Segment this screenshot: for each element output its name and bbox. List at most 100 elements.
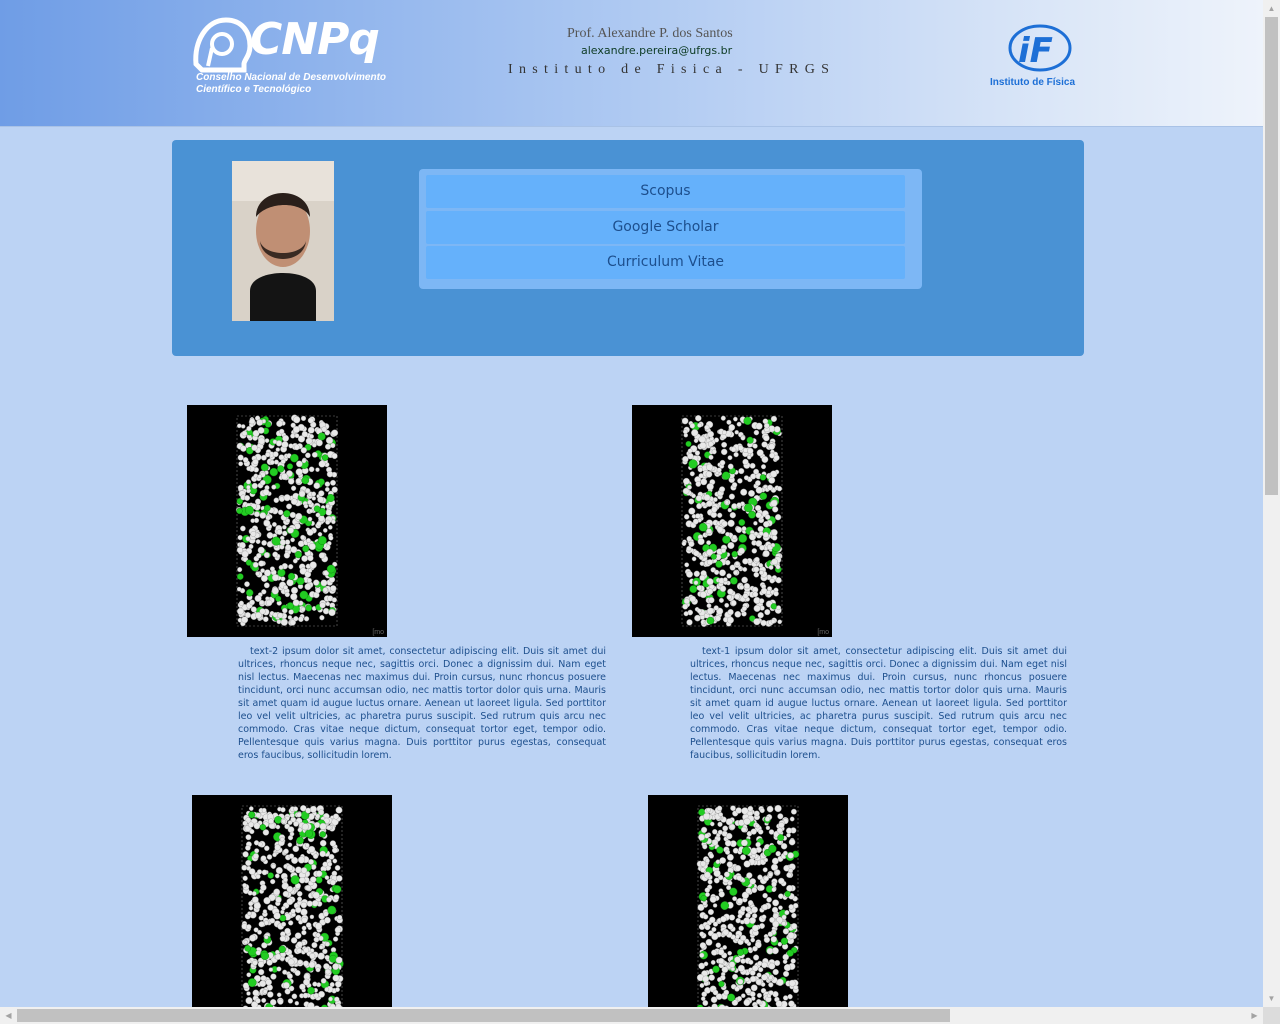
green-particle bbox=[277, 465, 285, 473]
scroll-left-icon[interactable]: ◀ bbox=[0, 1007, 17, 1024]
white-particle bbox=[281, 441, 289, 449]
scroll-up-icon[interactable]: ▲ bbox=[1263, 0, 1280, 17]
white-particle bbox=[727, 541, 735, 549]
white-particle bbox=[287, 973, 293, 980]
scroll-right-icon[interactable]: ▶ bbox=[1246, 1007, 1263, 1024]
white-particle bbox=[297, 827, 303, 833]
white-particle bbox=[324, 487, 330, 492]
white-particle bbox=[301, 823, 309, 831]
white-particle bbox=[269, 459, 275, 465]
white-particle bbox=[294, 932, 302, 939]
white-particle bbox=[243, 939, 248, 945]
white-particle bbox=[308, 961, 316, 969]
molecular-simulation-icon bbox=[235, 414, 339, 627]
white-particle bbox=[318, 945, 324, 950]
white-particle bbox=[735, 917, 741, 924]
white-particle bbox=[327, 861, 333, 867]
white-particle bbox=[774, 804, 782, 813]
green-particle bbox=[248, 811, 256, 819]
white-particle bbox=[737, 978, 744, 985]
white-particle bbox=[246, 972, 252, 978]
simulation-image-4[interactable] bbox=[648, 795, 848, 1007]
white-particle bbox=[783, 964, 792, 972]
white-particle bbox=[775, 514, 782, 521]
simulation-image-3[interactable] bbox=[192, 795, 392, 1007]
white-particle bbox=[699, 942, 707, 949]
white-particle bbox=[767, 872, 773, 878]
white-particle bbox=[306, 538, 311, 543]
white-particle bbox=[709, 916, 716, 924]
white-particle bbox=[301, 555, 308, 562]
white-particle bbox=[763, 875, 770, 882]
white-particle bbox=[306, 900, 313, 907]
white-particle bbox=[712, 903, 718, 908]
simulation-image-1[interactable]: [mo bbox=[187, 405, 387, 637]
white-particle bbox=[710, 996, 718, 1003]
white-particle bbox=[724, 871, 730, 878]
white-particle bbox=[766, 805, 774, 813]
white-particle bbox=[328, 608, 336, 617]
site-header: CNPq Conselho Nacional de Desenvolviment… bbox=[0, 0, 1263, 127]
white-particle bbox=[765, 825, 771, 831]
white-particle bbox=[324, 481, 331, 487]
white-particle bbox=[257, 960, 265, 968]
profile-panel: Scopus Google Scholar Curriculum Vitae bbox=[172, 140, 1084, 356]
horizontal-scrollbar[interactable]: ◀ ▶ bbox=[0, 1007, 1263, 1024]
white-particle bbox=[758, 563, 764, 568]
white-particle bbox=[771, 857, 779, 865]
white-particle bbox=[263, 897, 271, 905]
white-particle bbox=[787, 931, 795, 939]
vertical-scroll-thumb[interactable] bbox=[1265, 17, 1278, 495]
white-particle bbox=[334, 865, 341, 871]
white-particle bbox=[759, 544, 765, 551]
white-particle bbox=[753, 566, 760, 573]
white-particle bbox=[763, 857, 769, 863]
horizontal-scroll-thumb[interactable] bbox=[17, 1009, 950, 1022]
white-particle bbox=[300, 867, 308, 874]
white-particle bbox=[695, 513, 701, 519]
white-particle bbox=[262, 488, 270, 496]
white-particle bbox=[697, 422, 703, 428]
white-particle bbox=[718, 812, 723, 817]
green-particle bbox=[718, 980, 725, 988]
white-particle bbox=[256, 419, 263, 426]
green-particle bbox=[738, 533, 748, 543]
vertical-scrollbar[interactable]: ▲ ▼ bbox=[1263, 0, 1280, 1007]
white-particle bbox=[290, 433, 296, 439]
scopus-link[interactable]: Scopus bbox=[426, 175, 905, 208]
white-particle bbox=[315, 439, 323, 447]
white-particle bbox=[706, 807, 711, 813]
white-particle bbox=[684, 514, 690, 520]
molecular-simulation-icon bbox=[241, 805, 344, 1007]
white-particle bbox=[706, 578, 714, 586]
white-particle bbox=[250, 518, 255, 523]
google-scholar-link[interactable]: Google Scholar bbox=[426, 211, 905, 244]
white-particle bbox=[247, 890, 253, 896]
simulation-image-2[interactable]: [mo bbox=[632, 405, 832, 637]
white-particle bbox=[280, 459, 286, 465]
white-particle bbox=[309, 952, 316, 959]
curriculum-vitae-link[interactable]: Curriculum Vitae bbox=[426, 246, 905, 279]
white-particle bbox=[740, 919, 745, 925]
white-particle bbox=[704, 887, 710, 893]
green-particle bbox=[247, 978, 257, 988]
scroll-down-icon[interactable]: ▼ bbox=[1263, 990, 1280, 1007]
white-particle bbox=[789, 816, 795, 822]
white-particle bbox=[313, 821, 321, 829]
professor-email[interactable]: alexandre.pereira@ufrgs.br bbox=[581, 44, 732, 57]
white-particle bbox=[290, 586, 298, 594]
white-particle bbox=[700, 826, 708, 834]
white-particle bbox=[706, 559, 713, 566]
green-particle bbox=[784, 890, 791, 898]
white-particle bbox=[748, 959, 754, 965]
white-particle bbox=[764, 514, 771, 520]
white-particle bbox=[719, 857, 726, 864]
white-particle bbox=[269, 566, 275, 572]
white-particle bbox=[788, 1000, 795, 1007]
white-particle bbox=[287, 478, 295, 485]
white-particle bbox=[761, 961, 768, 969]
white-particle bbox=[250, 531, 257, 537]
white-particle bbox=[714, 615, 721, 622]
white-particle bbox=[749, 991, 756, 998]
white-particle bbox=[335, 956, 343, 964]
